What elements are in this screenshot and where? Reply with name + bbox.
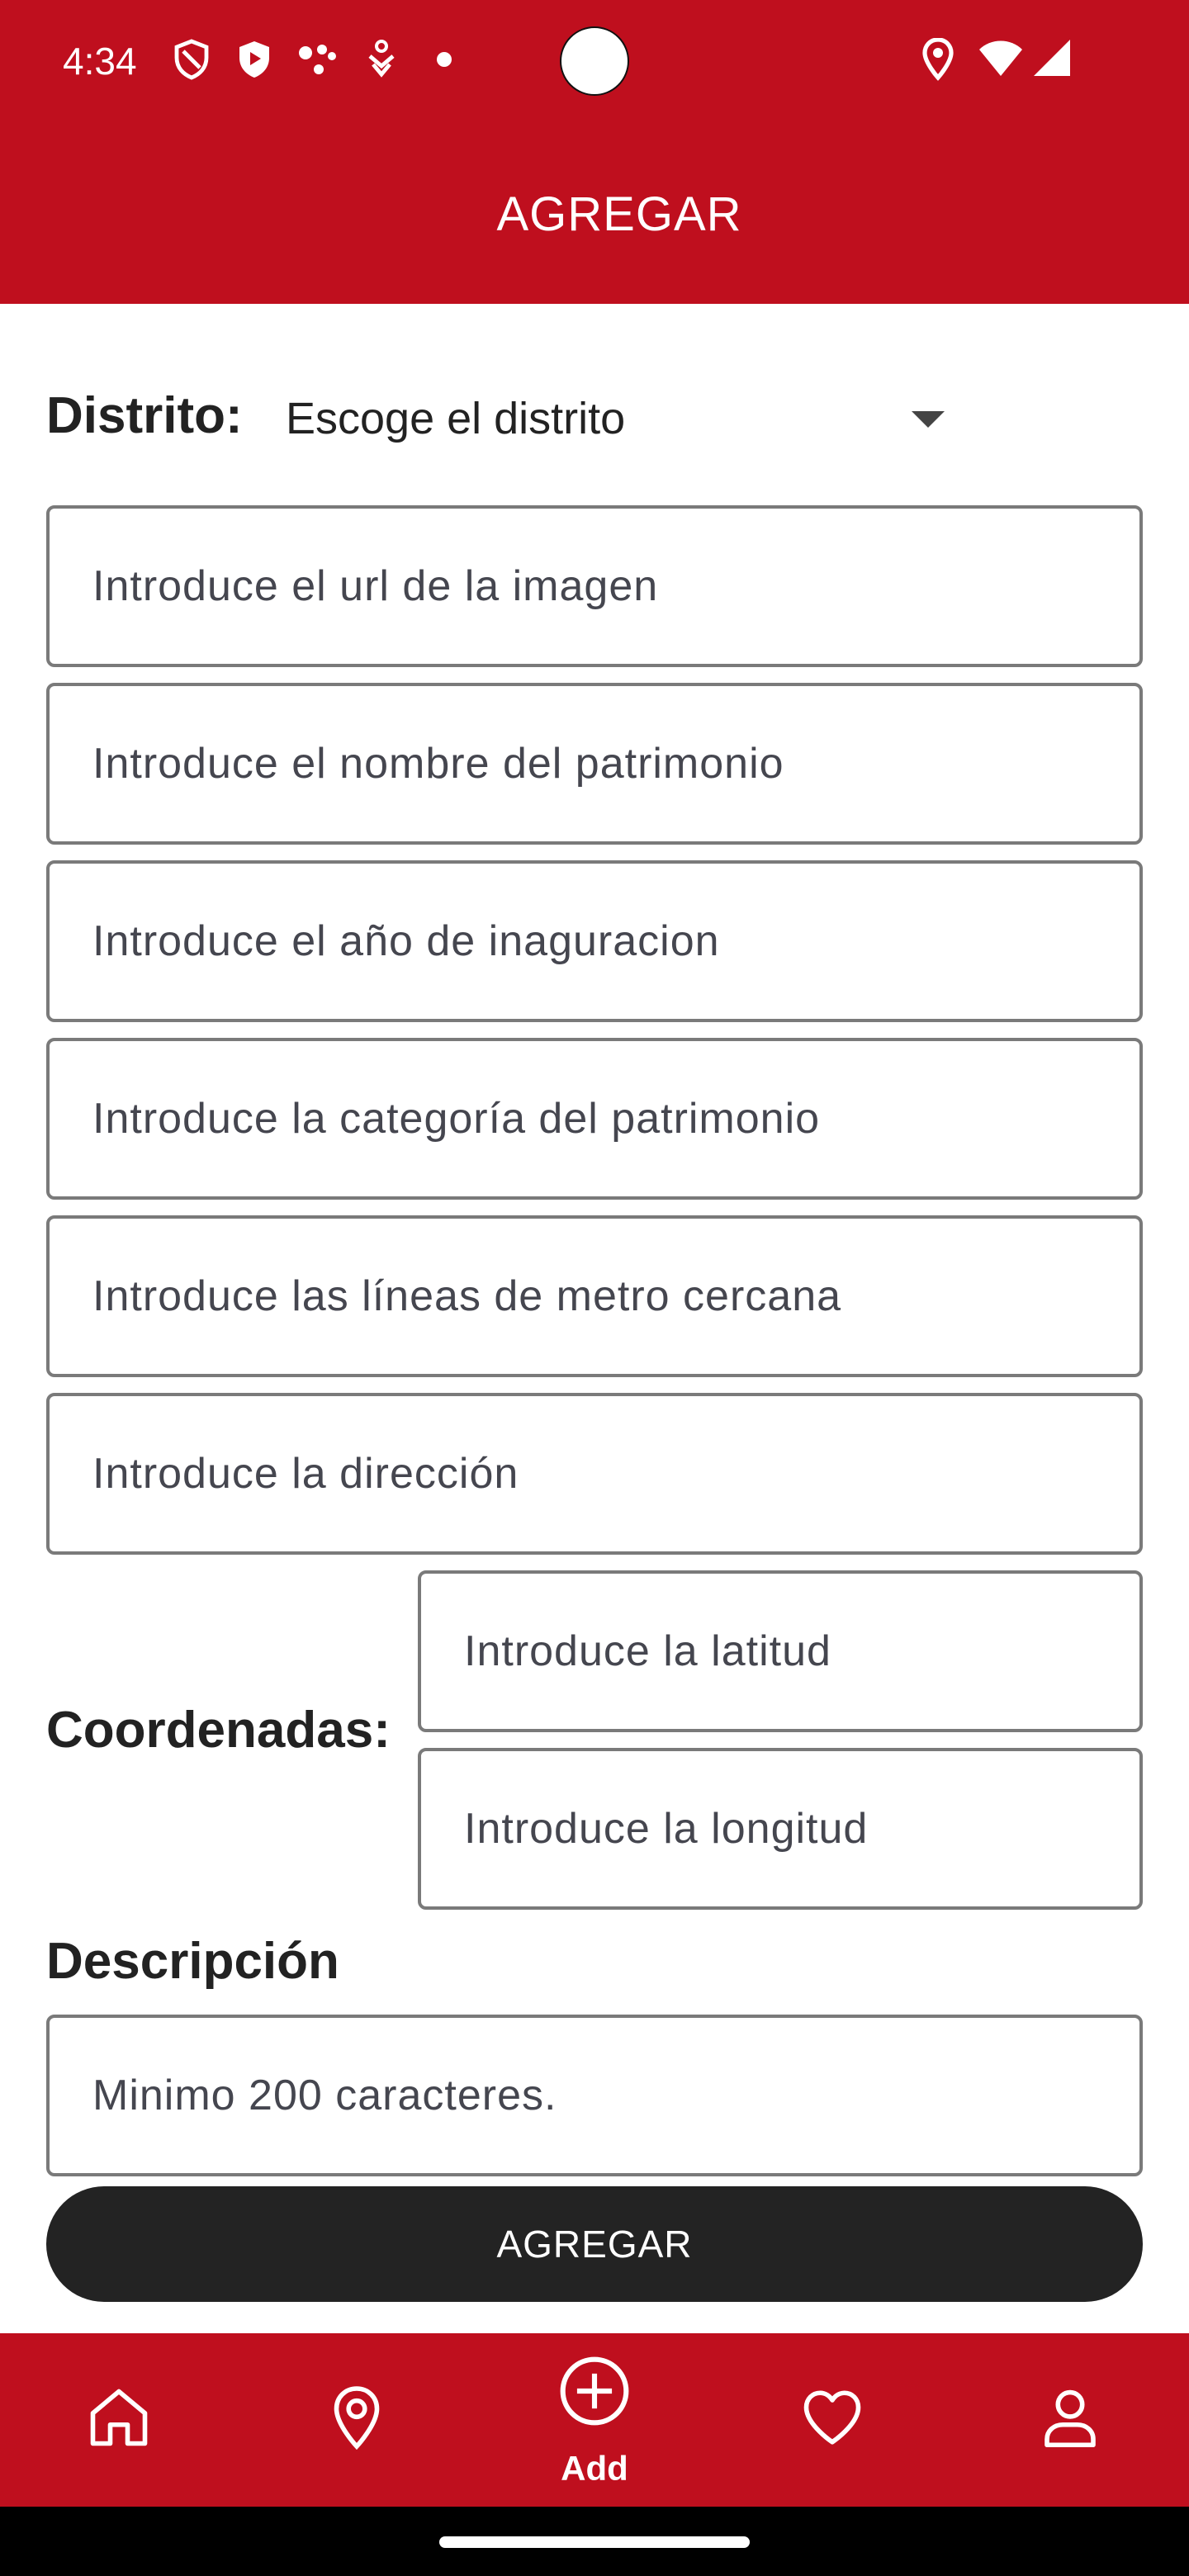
nav-item-favorites[interactable] xyxy=(763,2333,902,2507)
address-input[interactable] xyxy=(50,1396,1139,1551)
latitude-field[interactable] xyxy=(418,1570,1143,1732)
category-field[interactable] xyxy=(46,1038,1143,1200)
dots-icon xyxy=(299,45,336,74)
shield-outline-icon xyxy=(174,39,209,80)
dot-icon xyxy=(437,52,452,67)
play-shield-icon xyxy=(239,41,269,78)
longitude-input[interactable] xyxy=(421,1751,1139,1906)
heritage-name-input[interactable] xyxy=(50,686,1139,841)
metro-lines-field[interactable] xyxy=(46,1215,1143,1377)
nav-item-home[interactable] xyxy=(50,2333,188,2507)
page-title: AGREGAR xyxy=(496,187,742,241)
nav-item-profile[interactable] xyxy=(1001,2333,1139,2507)
chevron-down-icon xyxy=(912,411,945,428)
app-bar: AGREGAR xyxy=(0,132,1189,304)
image-url-field[interactable] xyxy=(46,505,1143,667)
heritage-name-field[interactable] xyxy=(46,683,1143,845)
category-input[interactable] xyxy=(50,1041,1139,1196)
home-gesture-handle[interactable] xyxy=(439,2536,750,2548)
camera-cutout xyxy=(560,26,629,96)
accessibility-icon xyxy=(368,40,395,78)
user-icon xyxy=(1045,2389,1096,2448)
metro-lines-input[interactable] xyxy=(50,1219,1139,1374)
inauguration-year-input[interactable] xyxy=(50,864,1139,1019)
coordinates-label: Coordenadas: xyxy=(46,1702,391,1759)
inauguration-year-field[interactable] xyxy=(46,860,1143,1022)
description-field[interactable] xyxy=(46,2015,1143,2176)
bottom-navigation: Add xyxy=(0,2333,1189,2507)
address-field[interactable] xyxy=(46,1393,1143,1555)
description-input[interactable] xyxy=(50,2018,1139,2173)
signal-icon xyxy=(1034,40,1070,76)
home-icon xyxy=(90,2389,148,2446)
status-bar: 4:34 xyxy=(0,0,1189,132)
system-gesture-bar xyxy=(0,2507,1189,2576)
longitude-field[interactable] xyxy=(418,1748,1143,1910)
heart-icon xyxy=(803,2390,861,2445)
nav-label-add: Add xyxy=(561,2449,628,2488)
wifi-icon xyxy=(979,40,1022,76)
latitude-input[interactable] xyxy=(421,1574,1139,1729)
status-time: 4:34 xyxy=(63,40,137,83)
district-dropdown[interactable]: Escoge el distrito xyxy=(286,393,963,451)
location-pin-icon xyxy=(334,2386,380,2451)
image-url-input[interactable] xyxy=(50,509,1139,664)
add-circle-icon xyxy=(560,2356,629,2426)
location-icon xyxy=(922,38,954,81)
description-label: Descripción xyxy=(46,1933,339,1990)
district-label: Distrito: xyxy=(46,387,243,444)
submit-button[interactable]: AGREGAR xyxy=(46,2186,1143,2302)
district-selected-value: Escoge el distrito xyxy=(286,394,626,443)
nav-item-map[interactable] xyxy=(287,2333,426,2507)
nav-item-add[interactable]: Add xyxy=(525,2333,664,2507)
